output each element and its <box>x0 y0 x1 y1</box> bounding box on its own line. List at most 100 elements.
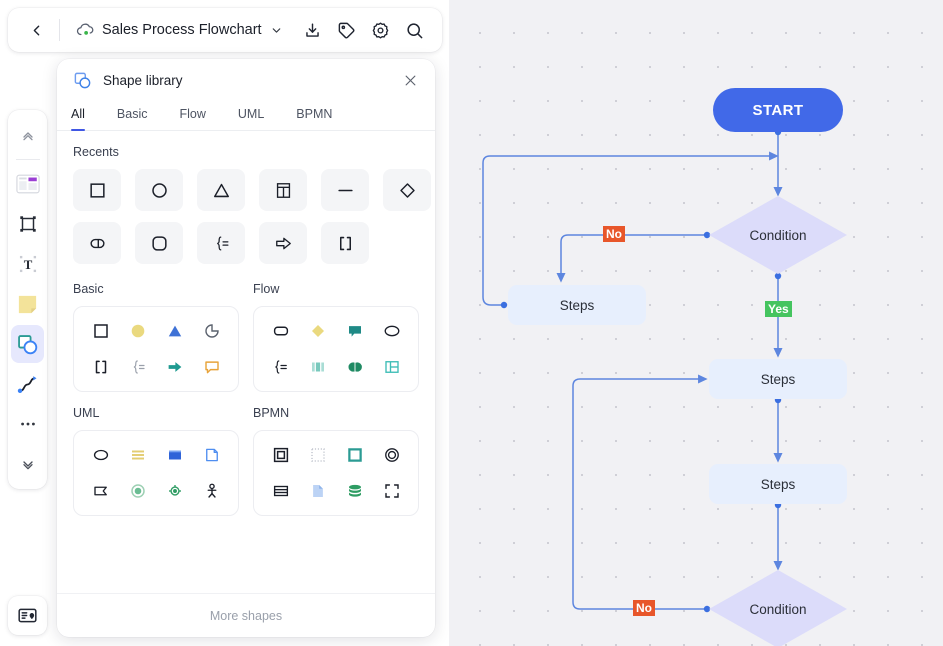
rounded-rect-icon <box>151 235 167 251</box>
panel-title: Shape library <box>103 72 183 88</box>
category-uml-title: UML <box>73 406 100 420</box>
node-step-3[interactable]: Steps <box>709 464 847 504</box>
search-button[interactable] <box>398 14 430 46</box>
shapes-tool[interactable] <box>11 325 44 363</box>
document-blue-icon[interactable] <box>303 478 333 504</box>
node-step-1-label: Steps <box>559 297 595 313</box>
shape-triangle[interactable] <box>197 169 245 211</box>
recents-title: Recents <box>73 145 119 159</box>
connector-tool[interactable] <box>11 365 44 403</box>
shapes-icon <box>18 334 38 354</box>
database-green-icon[interactable] <box>340 478 370 504</box>
edge-label-yes[interactable]: Yes <box>765 301 792 317</box>
category-basic-title: Basic <box>73 282 104 296</box>
more-tools-button[interactable] <box>11 405 44 443</box>
arrow-right-teal-icon[interactable] <box>160 354 190 380</box>
category-bpmn-card <box>253 430 419 516</box>
double-circle-ring-icon[interactable] <box>377 442 407 468</box>
cloud-saved-icon <box>76 21 94 39</box>
download-button[interactable] <box>296 14 328 46</box>
text-tool[interactable]: T <box>11 245 44 283</box>
node-condition-2[interactable]: Condition <box>709 570 847 646</box>
dashed-corners-icon[interactable] <box>377 478 407 504</box>
node-start[interactable]: START <box>713 88 843 132</box>
shape-cylinder[interactable] <box>73 222 121 264</box>
svg-text:T: T <box>23 258 32 272</box>
edge-label-no-2[interactable]: No <box>633 600 655 616</box>
table-teal-icon[interactable] <box>377 354 407 380</box>
panel-body: Recents Basic Flow UML BPMN <box>57 131 435 593</box>
circle-icon <box>151 182 167 198</box>
triangle-filled-blue-icon[interactable] <box>160 318 190 344</box>
expand-down-button[interactable] <box>11 445 44 483</box>
lines-yellow-icon[interactable] <box>123 442 153 468</box>
node-condition-1-label: Condition <box>749 227 807 243</box>
sticky-note-tool[interactable] <box>11 285 44 323</box>
template-tool[interactable] <box>11 165 44 203</box>
node-step-2[interactable]: Steps <box>709 359 847 399</box>
collapse-up-button[interactable] <box>11 116 44 154</box>
shape-library-icon <box>71 69 93 91</box>
node-step-1[interactable]: Steps <box>508 285 646 325</box>
shape-arrow[interactable] <box>259 222 307 264</box>
back-button[interactable] <box>20 14 52 46</box>
circle-filled-yellow-icon[interactable] <box>123 318 153 344</box>
tab-bpmn[interactable]: BPMN <box>296 101 332 130</box>
partial-circle-icon[interactable] <box>197 318 227 344</box>
document-title-chip[interactable]: Sales Process Flowchart <box>71 18 288 42</box>
circle-ring-green-icon[interactable] <box>123 478 153 504</box>
actor-icon[interactable] <box>197 478 227 504</box>
category-uml-card <box>73 430 239 516</box>
square-teal-icon[interactable] <box>340 442 370 468</box>
shape-line[interactable] <box>321 169 369 211</box>
edge-label-no-1[interactable]: No <box>603 226 625 242</box>
tab-basic[interactable]: Basic <box>117 101 148 130</box>
tab-uml[interactable]: UML <box>238 101 264 130</box>
brace-list-icon[interactable] <box>123 354 153 380</box>
rounded-rect-outline-icon[interactable] <box>266 318 296 344</box>
tab-all[interactable]: All <box>71 101 85 131</box>
shape-brackets[interactable] <box>321 222 369 264</box>
node-green-icon[interactable] <box>160 478 190 504</box>
nested-square-icon[interactable] <box>266 442 296 468</box>
tab-flow[interactable]: Flow <box>179 101 205 130</box>
brackets-icon[interactable] <box>86 354 116 380</box>
top-toolbar: Sales Process Flowchart <box>8 8 442 52</box>
note-blue-icon[interactable] <box>197 442 227 468</box>
square-icon <box>89 182 105 198</box>
category-flow: Flow <box>253 282 419 392</box>
node-condition-1[interactable]: Condition <box>709 196 847 274</box>
square-outline-icon[interactable] <box>86 318 116 344</box>
shape-rounded-rect[interactable] <box>135 222 183 264</box>
lined-rect-icon[interactable] <box>266 478 296 504</box>
brace-equal-icon[interactable] <box>266 354 296 380</box>
node-step-3-label: Steps <box>760 476 796 492</box>
shape-square[interactable] <box>73 169 121 211</box>
minimap-button[interactable] <box>8 596 47 635</box>
tag-button[interactable] <box>330 14 362 46</box>
shape-diamond[interactable] <box>383 169 431 211</box>
speech-bubble-orange-icon[interactable] <box>197 354 227 380</box>
class-box-blue-icon[interactable] <box>160 442 190 468</box>
settings-button[interactable] <box>364 14 396 46</box>
callout-teal-icon[interactable] <box>340 318 370 344</box>
edge-cond2-loop <box>572 374 708 610</box>
table-icon <box>276 182 290 198</box>
more-shapes-button[interactable]: More shapes <box>57 593 435 637</box>
diamond-filled-yellow-icon[interactable] <box>303 318 333 344</box>
ellipse-outline-icon[interactable] <box>377 318 407 344</box>
bars-light-teal-icon[interactable] <box>303 354 333 380</box>
category-row-2: UML BPMN <box>73 406 419 516</box>
note-flag-icon[interactable] <box>86 478 116 504</box>
connector-curve-icon <box>17 375 37 393</box>
dotted-square-icon[interactable] <box>303 442 333 468</box>
shape-brace-list[interactable] <box>197 222 245 264</box>
shape-table[interactable] <box>259 169 307 211</box>
diagram-canvas[interactable]: START Condition Steps Steps Steps Condit… <box>449 0 943 646</box>
close-icon[interactable] <box>399 69 421 91</box>
double-circle-teal-icon[interactable] <box>340 354 370 380</box>
frame-tool[interactable] <box>11 205 44 243</box>
ellipse-outline-icon[interactable] <box>86 442 116 468</box>
shape-circle[interactable] <box>135 169 183 211</box>
chevron-down-icon[interactable] <box>270 24 283 37</box>
